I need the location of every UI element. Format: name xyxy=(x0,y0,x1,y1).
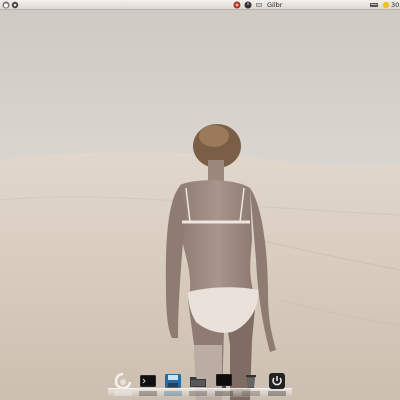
weather-sun-icon[interactable] xyxy=(382,1,390,9)
desktop-wallpaper xyxy=(0,0,400,400)
temperature-label: 30 xyxy=(391,1,400,9)
shutdown-icon[interactable] xyxy=(244,1,252,9)
monitor-reflection xyxy=(215,391,233,396)
finder-icon[interactable] xyxy=(114,372,132,390)
finder-reflection xyxy=(114,391,132,396)
folder-reflection xyxy=(189,391,207,396)
trash-icon[interactable] xyxy=(242,372,260,390)
terminal-icon[interactable] xyxy=(139,372,157,390)
trash-reflection xyxy=(242,391,260,396)
panel-label: Gilbr xyxy=(267,1,283,9)
keyboard-icon[interactable] xyxy=(369,1,379,9)
disk-reflection xyxy=(164,391,182,396)
disk-icon[interactable] xyxy=(164,372,182,390)
terminal-reflection xyxy=(139,391,157,396)
power-reflection xyxy=(268,391,286,396)
update-icon[interactable] xyxy=(255,1,263,9)
gear-menu-icon[interactable] xyxy=(11,1,19,9)
folder-icon[interactable] xyxy=(189,372,207,390)
top-panel: Gilbr 30 xyxy=(0,0,400,10)
power-icon[interactable] xyxy=(268,372,286,390)
monitor-icon[interactable] xyxy=(215,372,233,390)
network-icon[interactable] xyxy=(233,1,241,9)
dock xyxy=(108,366,292,397)
tux-icon[interactable] xyxy=(2,1,10,9)
